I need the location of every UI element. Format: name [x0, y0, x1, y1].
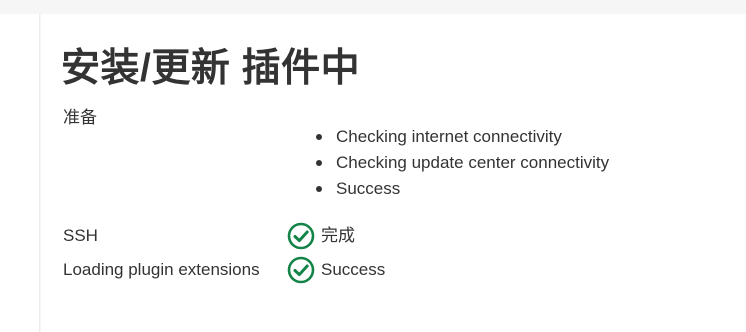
step-text: Checking update center connectivity — [336, 153, 610, 172]
status-text: Success — [321, 260, 386, 279]
step-text: Success — [336, 179, 401, 198]
list-item: Checking internet connectivity — [316, 124, 609, 150]
check-circle-icon — [287, 222, 315, 250]
check-circle-icon — [287, 256, 315, 284]
side-panel — [0, 14, 40, 332]
job-status-plugin-extensions: Success — [287, 255, 385, 285]
preparation-label: 准备 — [63, 108, 97, 127]
bullet-icon — [316, 160, 322, 166]
main-content: 安装/更新 插件中 准备 Checking internet connectiv… — [41, 14, 746, 332]
job-status-ssh: 完成 — [287, 221, 355, 251]
list-item: Checking update center connectivity — [316, 150, 609, 176]
status-text: 完成 — [321, 226, 355, 245]
page-title: 安装/更新 插件中 — [61, 47, 361, 90]
list-item: Success — [316, 176, 609, 202]
job-label-ssh: SSH — [63, 226, 98, 245]
job-label-plugin-extensions: Loading plugin extensions — [63, 260, 260, 279]
top-bar — [0, 0, 746, 14]
bullet-icon — [316, 134, 322, 140]
step-text: Checking internet connectivity — [336, 127, 562, 146]
preparation-steps-list: Checking internet connectivity Checking … — [316, 124, 609, 202]
bullet-icon — [316, 186, 322, 192]
